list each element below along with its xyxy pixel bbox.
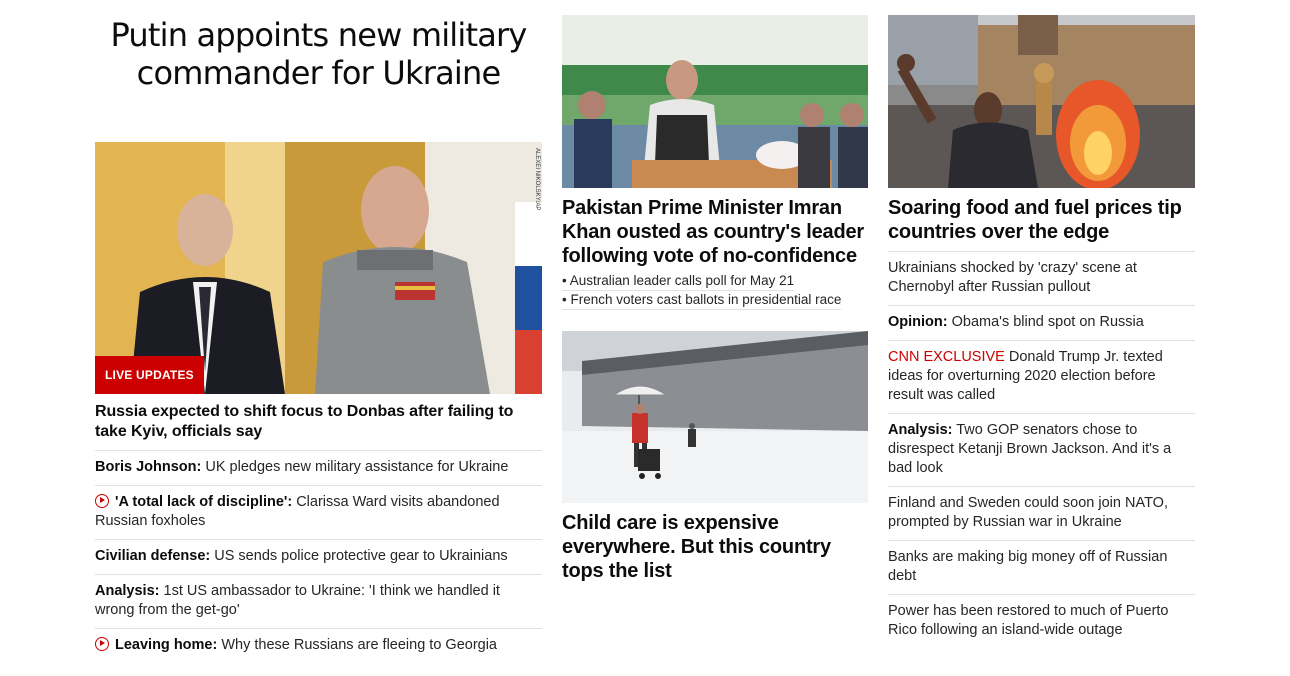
main-headline[interactable]: Putin appoints new military commander fo… xyxy=(95,0,542,142)
item-prefix: Opinion: xyxy=(888,314,948,330)
right-headlines-list: Ukrainians shocked by 'crazy' scene at C… xyxy=(888,252,1195,648)
live-updates-badge[interactable]: LIVE UPDATES xyxy=(95,356,204,394)
list-item[interactable]: Analysis: 1st US ambassador to Ukraine: … xyxy=(95,575,542,629)
related-link[interactable]: • Australian leader calls poll for May 2… xyxy=(562,272,795,291)
list-item[interactable]: Analysis: Two GOP senators chose to disr… xyxy=(888,414,1195,487)
protest-fire-photo xyxy=(888,15,1195,188)
item-text: Power has been restored to much of Puert… xyxy=(888,603,1169,638)
item-prefix: Analysis: xyxy=(95,583,160,599)
imran-khan-photo xyxy=(562,15,868,188)
snow-childcare-photo xyxy=(562,331,868,503)
item-prefix: Boris Johnson: xyxy=(95,459,202,475)
list-item[interactable]: Banks are making big money off of Russia… xyxy=(888,541,1195,595)
list-item[interactable]: Opinion: Obama's blind spot on Russia xyxy=(888,306,1195,341)
item-prefix: 'A total lack of discipline': xyxy=(115,494,293,510)
cnn-exclusive-label: CNN EXCLUSIVE xyxy=(888,349,1005,365)
middle-column: Pakistan Prime Minister Imran Khan ouste… xyxy=(562,0,868,583)
play-video-icon xyxy=(95,494,109,508)
related-list: Boris Johnson: UK pledges new military a… xyxy=(95,451,542,663)
story-title-pakistan[interactable]: Pakistan Prime Minister Imran Khan ouste… xyxy=(562,196,868,268)
list-item[interactable]: Finland and Sweden could soon join NATO,… xyxy=(888,487,1195,541)
list-item[interactable]: CNN EXCLUSIVE Donald Trump Jr. texted id… xyxy=(888,341,1195,414)
item-text: US sends police protective gear to Ukrai… xyxy=(210,548,508,564)
item-text: Obama's blind spot on Russia xyxy=(947,314,1144,330)
list-item[interactable]: 'A total lack of discipline': Clarissa W… xyxy=(95,486,542,540)
item-prefix: Analysis: xyxy=(888,422,953,438)
list-item[interactable]: Civilian defense: US sends police protec… xyxy=(95,540,542,575)
play-video-icon xyxy=(95,637,109,651)
item-prefix: Civilian defense: xyxy=(95,548,211,564)
imran-khan-image[interactable] xyxy=(562,15,868,188)
story-title-childcare[interactable]: Child care is expensive everywhere. But … xyxy=(562,511,868,583)
list-item[interactable]: Boris Johnson: UK pledges new military a… xyxy=(95,451,542,486)
main-story-column: Putin appoints new military commander fo… xyxy=(95,0,542,663)
item-text: UK pledges new military assistance for U… xyxy=(201,459,509,475)
related-link[interactable]: • French voters cast ballots in presiden… xyxy=(562,291,842,310)
protest-fire-image[interactable] xyxy=(888,15,1195,188)
putin-commander-image[interactable]: LIVE UPDATES ALEXEI NIKOLSKY/AP xyxy=(95,142,542,394)
item-prefix: Leaving home: xyxy=(115,637,218,653)
item-text: Ukrainians shocked by 'crazy' scene at C… xyxy=(888,260,1137,295)
snow-childcare-image[interactable] xyxy=(562,331,868,503)
list-item[interactable]: Leaving home: Why these Russians are fle… xyxy=(95,629,542,663)
pakistan-related-links: • Australian leader calls poll for May 2… xyxy=(562,272,868,310)
image-credit: ALEXEI NIKOLSKY/AP xyxy=(534,148,540,211)
lead-story-title[interactable]: Russia expected to shift focus to Donbas… xyxy=(95,394,542,451)
list-item[interactable]: Ukrainians shocked by 'crazy' scene at C… xyxy=(888,252,1195,306)
item-text: Finland and Sweden could soon join NATO,… xyxy=(888,495,1168,530)
item-text: Why these Russians are fleeing to Georgi… xyxy=(217,637,497,653)
story-title-food-fuel[interactable]: Soaring food and fuel prices tip countri… xyxy=(888,196,1195,252)
item-text: Banks are making big money off of Russia… xyxy=(888,549,1168,584)
list-item[interactable]: Power has been restored to much of Puert… xyxy=(888,595,1195,648)
right-column: Soaring food and fuel prices tip countri… xyxy=(888,0,1195,648)
